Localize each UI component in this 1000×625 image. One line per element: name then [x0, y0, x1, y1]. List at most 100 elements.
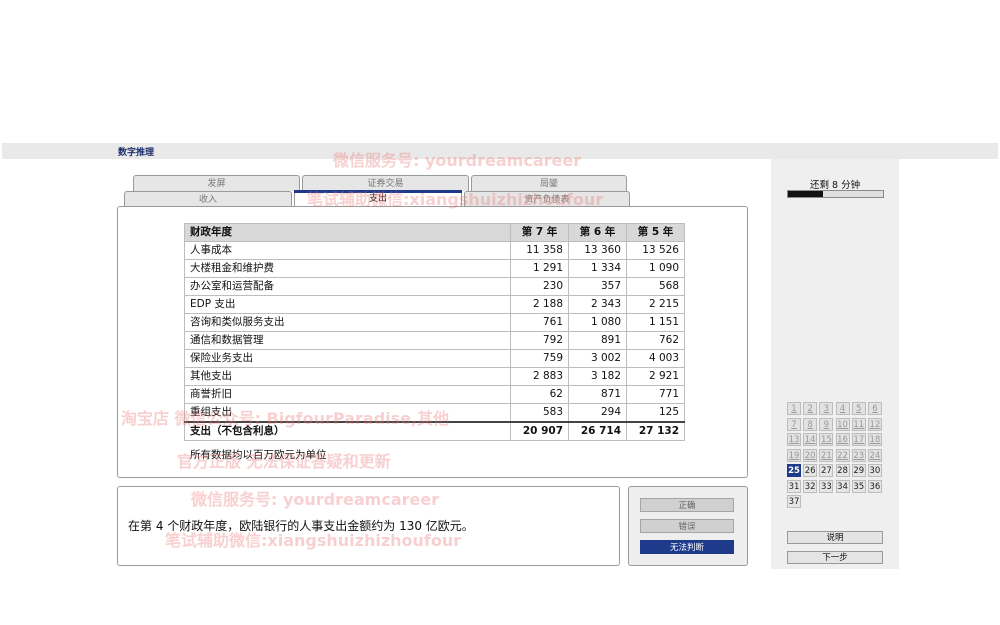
question-nav-item[interactable]: 3: [819, 402, 834, 415]
row-label: 办公室和运营配备: [184, 277, 511, 296]
table-total-row: 支出（不包含利息） 20 907 26 714 27 132: [184, 421, 685, 441]
row-value: 1 080: [568, 313, 627, 332]
tab-balance-sheet[interactable]: 资产负债表: [464, 191, 630, 207]
row-label: 咨询和类似服务支出: [184, 313, 511, 332]
row-value: 2 343: [568, 295, 627, 314]
expense-table: 财政年度 第 7 年 第 6 年 第 5 年 人事成本 11 358 13 360 1…: [184, 223, 685, 441]
question-nav-item[interactable]: 24: [867, 448, 882, 462]
question-nav-item[interactable]: 29: [851, 464, 866, 477]
question-nav-item[interactable]: 16: [835, 433, 850, 446]
row-value: 11 358: [510, 241, 569, 260]
question-nav-item[interactable]: 36: [867, 479, 882, 493]
question-nav-item[interactable]: 34: [835, 479, 850, 493]
row-value: 583: [510, 403, 569, 423]
row-value: 294: [568, 403, 627, 423]
row-value: 2 215: [626, 295, 685, 314]
question-nav-item[interactable]: 25: [787, 464, 801, 477]
row-value: 761: [510, 313, 569, 332]
row-value: 891: [568, 331, 627, 350]
answer-false-button[interactable]: 错误: [640, 519, 734, 533]
row-value: 871: [568, 385, 627, 404]
question-nav-item[interactable]: 28: [835, 464, 850, 477]
header-fiscal-year: 财政年度: [184, 223, 511, 242]
question-nav-item[interactable]: 20: [803, 448, 818, 462]
question-nav-item[interactable]: 14: [803, 433, 818, 446]
row-value: 762: [626, 331, 685, 350]
question-nav-item[interactable]: 32: [803, 479, 818, 493]
question-nav-item[interactable]: 26: [803, 464, 818, 477]
timer-progress-fill: [788, 191, 824, 197]
tab-back-1[interactable]: 发屏: [133, 175, 300, 191]
total-value: 27 132: [626, 421, 685, 441]
question-nav-item[interactable]: 9: [819, 417, 834, 431]
table-row: EDP 支出 2 188 2 343 2 215: [184, 295, 685, 314]
row-value: 3 182: [568, 367, 627, 386]
table-row: 商誉折旧 62 871 771: [184, 385, 685, 404]
timer-label: 还剩 8 分钟: [810, 180, 861, 191]
row-value: 2 188: [510, 295, 569, 314]
question-nav-item[interactable]: 8: [803, 417, 818, 431]
row-label: 商誉折旧: [184, 385, 511, 404]
question-nav-item[interactable]: 1: [787, 402, 801, 415]
question-nav-item[interactable]: 30: [867, 464, 882, 477]
question-nav-item[interactable]: 22: [835, 448, 850, 462]
table-row: 保险业务支出 759 3 002 4 003: [184, 349, 685, 368]
total-value: 20 907: [510, 421, 569, 441]
answer-cannot-say-button[interactable]: 无法判断: [640, 540, 734, 554]
row-value: 230: [510, 277, 569, 296]
question-nav-item[interactable]: 10: [835, 417, 850, 431]
question-nav-item[interactable]: 6: [867, 402, 882, 415]
question-nav-item[interactable]: 23: [851, 448, 866, 462]
question-nav-item[interactable]: 12: [867, 417, 882, 431]
table-footnote: 所有数据均以百万欧元为单位: [190, 449, 327, 461]
question-nav-item[interactable]: 11: [851, 417, 866, 431]
question-nav-item[interactable]: 13: [787, 433, 801, 446]
row-value: 62: [510, 385, 569, 404]
row-label: 通信和数据管理: [184, 331, 511, 350]
tab-back-3[interactable]: 局鑾: [471, 175, 627, 191]
tab-income[interactable]: 收入: [124, 191, 292, 207]
question-nav-item[interactable]: 31: [787, 479, 801, 493]
row-value: 2 921: [626, 367, 685, 386]
question-nav-item[interactable]: 17: [851, 433, 866, 446]
row-value: 759: [510, 349, 569, 368]
table-row: 其他支出 2 883 3 182 2 921: [184, 367, 685, 386]
row-value: 357: [568, 277, 627, 296]
row-value: 1 291: [510, 259, 569, 278]
question-nav-item[interactable]: 5: [851, 402, 866, 415]
row-label: 保险业务支出: [184, 349, 511, 368]
table-row: 大楼租金和维护费 1 291 1 334 1 090: [184, 259, 685, 278]
total-value: 26 714: [568, 421, 627, 441]
question-nav-item[interactable]: 19: [787, 448, 801, 462]
row-label: EDP 支出: [184, 295, 511, 314]
table-row: 重组支出 583 294 125: [184, 403, 685, 423]
question-nav-item[interactable]: 2: [803, 402, 818, 415]
question-nav-item[interactable]: 4: [835, 402, 850, 415]
row-value: 13 360: [568, 241, 627, 260]
question-nav-item[interactable]: 7: [787, 417, 801, 431]
row-value: 4 003: [626, 349, 685, 368]
question-nav-item[interactable]: 27: [819, 464, 834, 477]
tab-back-2[interactable]: 证券交易: [302, 175, 469, 191]
header-year-7: 第 7 年: [510, 223, 569, 242]
help-button[interactable]: 说明: [787, 531, 883, 544]
row-label: 人事成本: [184, 241, 511, 260]
answer-true-button[interactable]: 正确: [640, 498, 734, 512]
header-year-6: 第 6 年: [568, 223, 627, 242]
next-button[interactable]: 下一步: [787, 551, 883, 564]
row-value: 1 090: [626, 259, 685, 278]
table-row: 咨询和类似服务支出 761 1 080 1 151: [184, 313, 685, 332]
row-value: 13 526: [626, 241, 685, 260]
row-value: 771: [626, 385, 685, 404]
row-value: 568: [626, 277, 685, 296]
question-nav-item[interactable]: 35: [851, 479, 866, 493]
timer-progress-bar: [787, 190, 884, 198]
row-label: 大楼租金和维护费: [184, 259, 511, 278]
row-value: 2 883: [510, 367, 569, 386]
question-nav-item[interactable]: 21: [819, 448, 834, 462]
question-nav-item[interactable]: 33: [819, 479, 834, 493]
row-label: 重组支出: [184, 403, 511, 423]
question-nav-item[interactable]: 18: [867, 433, 882, 446]
question-nav-item[interactable]: 15: [819, 433, 834, 446]
question-nav-item[interactable]: 37: [787, 495, 801, 508]
